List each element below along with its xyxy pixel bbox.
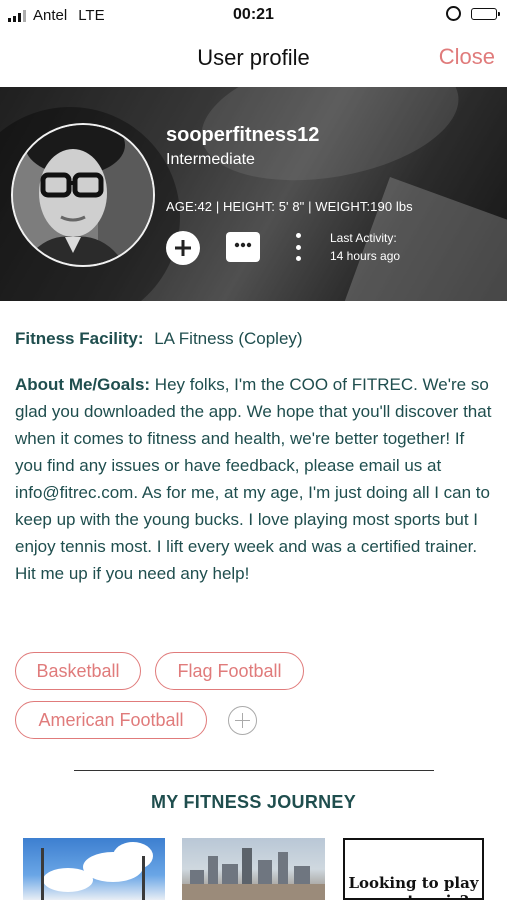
body-stats: AGE:42 | HEIGHT: 5' 8" | WEIGHT:190 lbs [166, 199, 413, 214]
status-time: 00:21 [233, 6, 274, 23]
sport-chip-american-football[interactable]: American Football [15, 701, 207, 739]
sport-chip-flag-football[interactable]: Flag Football [155, 652, 304, 690]
fitness-facility: Fitness Facility: LA Fitness (Copley) [15, 329, 303, 349]
avatar-portrait-icon [13, 125, 153, 265]
plus-icon [175, 240, 191, 256]
journey-photo[interactable] [23, 838, 165, 900]
last-activity-value: 14 hours ago [330, 249, 401, 263]
status-bar: Antel LTE 00:21 [0, 0, 507, 30]
journey-post-text: Looking to play some tennis? [348, 874, 479, 898]
message-button[interactable] [226, 232, 260, 262]
about-me-label: About Me/Goals: [15, 375, 151, 394]
fitness-facility-label: Fitness Facility: [15, 329, 144, 348]
journey-post-card[interactable]: Looking to play some tennis? [343, 838, 484, 900]
add-friend-button[interactable] [166, 231, 200, 265]
nav-bar: User profile Close [0, 36, 507, 80]
fitness-level: Intermediate [166, 151, 255, 168]
last-activity: Last Activity: 14 hours ago [330, 229, 400, 265]
page-title: User profile [197, 45, 310, 70]
more-options-button[interactable] [294, 233, 302, 261]
vertical-dots-icon [295, 233, 301, 238]
close-button[interactable]: Close [439, 44, 495, 70]
about-me-text: Hey folks, I'm the COO of FITREC. We're … [15, 375, 492, 583]
sport-chip-basketball[interactable]: Basketball [15, 652, 141, 690]
fitness-facility-value: LA Fitness (Copley) [154, 329, 303, 348]
divider [74, 770, 434, 771]
journey-photo[interactable] [182, 838, 325, 900]
alarm-icon [446, 6, 461, 21]
avatar [11, 123, 155, 267]
battery-icon [471, 7, 500, 20]
about-me: About Me/Goals: Hey folks, I'm the COO o… [15, 371, 495, 587]
username: sooperfitness12 [166, 124, 320, 146]
fitness-journey-title: MY FITNESS JOURNEY [150, 792, 357, 812]
add-sport-button[interactable] [228, 706, 257, 735]
chat-bubble-icon [234, 242, 252, 260]
status-right [446, 6, 500, 21]
last-activity-label: Last Activity: [330, 231, 397, 245]
profile-header: sooperfitness12 Intermediate AGE:42 | HE… [0, 87, 507, 301]
